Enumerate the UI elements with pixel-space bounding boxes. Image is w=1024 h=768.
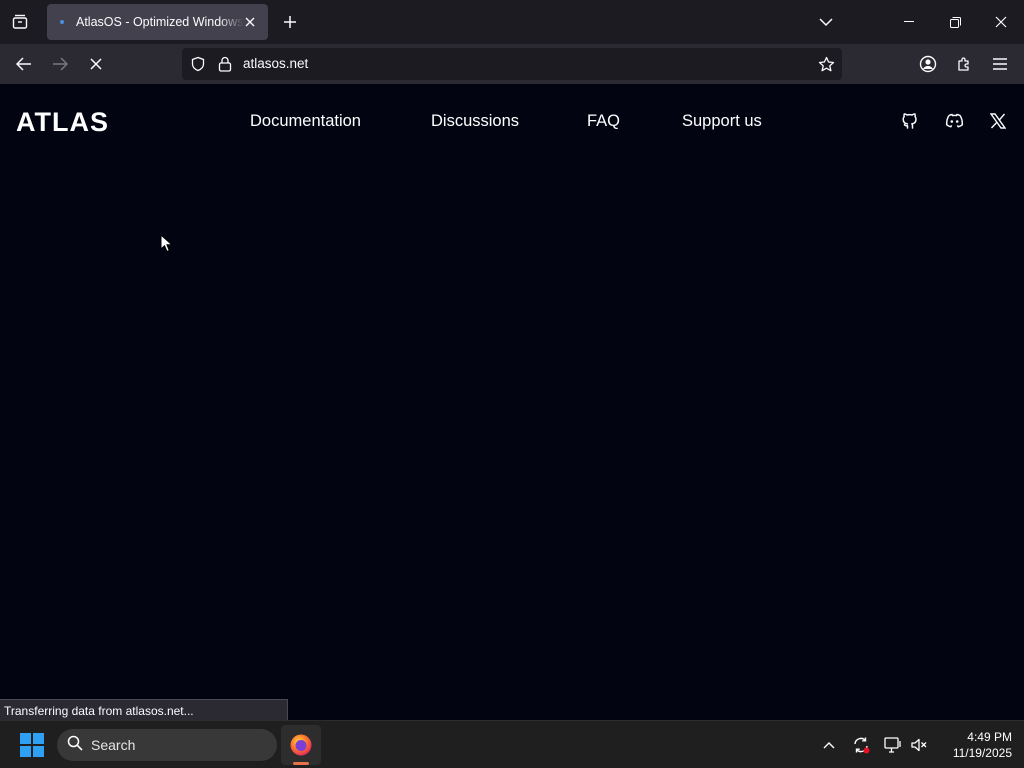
stop-icon[interactable] (82, 50, 110, 78)
tab-title: AtlasOS - Optimized Windows, Enhanced (76, 15, 244, 29)
screen: AtlasOS - Optimized Windows, Enhanced (0, 0, 1024, 768)
list-all-tabs-icon[interactable] (814, 10, 838, 34)
web-page: ATLAS Documentation Discussions FAQ Supp… (0, 84, 1024, 720)
nav-link-support-us[interactable]: Support us (682, 112, 762, 131)
account-icon[interactable] (914, 50, 942, 78)
shield-icon[interactable] (188, 54, 208, 74)
network-icon[interactable] (882, 734, 904, 756)
search-label: Search (91, 737, 136, 753)
active-tab[interactable]: AtlasOS - Optimized Windows, Enhanced (47, 4, 268, 40)
windows-start-icon[interactable] (20, 733, 44, 757)
browser-tab-bar: AtlasOS - Optimized Windows, Enhanced (0, 0, 1024, 44)
close-window-icon[interactable] (978, 0, 1024, 44)
volume-muted-icon[interactable] (908, 734, 930, 756)
x-icon[interactable] (987, 110, 1009, 132)
new-tab-icon[interactable] (278, 10, 302, 34)
back-icon[interactable] (10, 50, 38, 78)
url-text: atlasos.net (243, 56, 309, 71)
nav-link-faq[interactable]: FAQ (587, 112, 620, 131)
mouse-pointer-icon (160, 233, 174, 258)
taskbar-clock[interactable]: 4:49 PM 11/19/2025 (936, 729, 1012, 761)
bookmark-star-icon[interactable] (816, 54, 836, 74)
firefox-taskbar-icon[interactable] (281, 725, 321, 765)
running-indicator (293, 762, 309, 765)
clock-time: 4:49 PM (967, 730, 1012, 744)
search-icon (67, 735, 83, 756)
sync-icon[interactable] (850, 734, 872, 756)
restore-icon[interactable] (932, 0, 978, 44)
chevron-up-icon[interactable] (818, 734, 840, 756)
address-bar[interactable]: atlasos.net (182, 48, 842, 80)
lock-icon[interactable] (215, 54, 235, 74)
forward-icon[interactable] (46, 50, 74, 78)
tab-loading-dot (60, 20, 64, 24)
windows-taskbar: Search 4:49 PM 11/19/2025 (0, 720, 1024, 768)
svg-text:ATLAS: ATLAS (16, 108, 109, 134)
nav-link-discussions[interactable]: Discussions (431, 112, 519, 131)
tab-list-icon[interactable] (6, 8, 34, 36)
menu-icon[interactable] (986, 50, 1014, 78)
nav-link-documentation[interactable]: Documentation (250, 112, 361, 131)
taskbar-search[interactable]: Search (57, 729, 277, 761)
extensions-icon[interactable] (950, 50, 978, 78)
discord-icon[interactable] (943, 110, 965, 132)
github-icon[interactable] (899, 110, 921, 132)
minimize-icon[interactable] (886, 0, 932, 44)
status-bar: Transferring data from atlasos.net... (0, 699, 288, 720)
clock-date: 11/19/2025 (952, 746, 1012, 760)
atlas-logo[interactable]: ATLAS (16, 107, 117, 139)
close-tab-icon[interactable] (240, 12, 260, 32)
browser-toolbar: atlasos.net (0, 44, 1024, 84)
